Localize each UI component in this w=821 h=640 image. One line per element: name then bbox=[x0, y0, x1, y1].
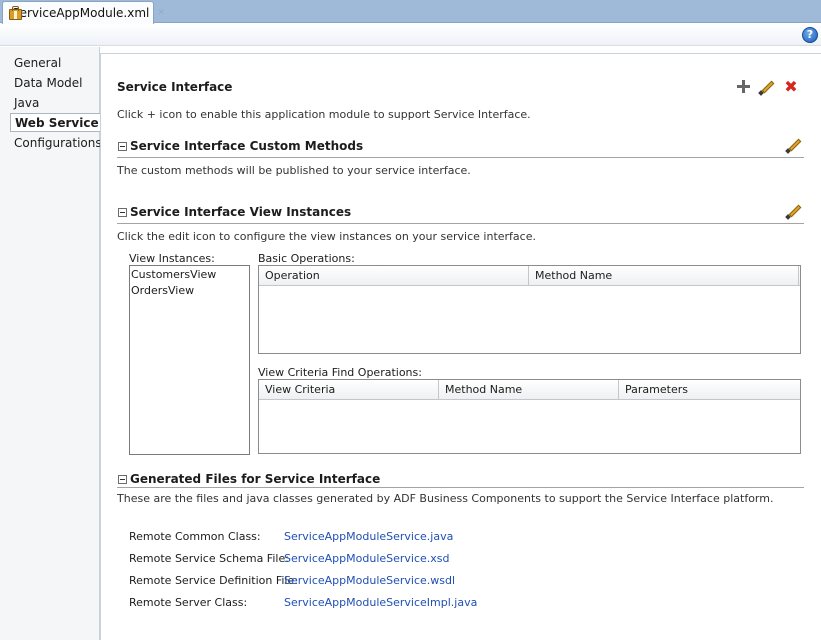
service-interface-title: Service Interface bbox=[117, 80, 233, 94]
editor-toolbar: ? bbox=[0, 24, 821, 46]
generated-files-title: Generated Files for Service Interface bbox=[130, 472, 381, 486]
nav-item-web-service[interactable]: Web Service bbox=[10, 113, 101, 132]
table-header: View Criteria Method Name Parameters bbox=[259, 380, 800, 400]
nav-item-general[interactable]: General bbox=[10, 54, 100, 73]
custom-methods-title: Service Interface Custom Methods bbox=[130, 139, 364, 153]
content-panel: Service Interface ✖ Click + icon to enab… bbox=[100, 53, 821, 640]
view-instances-label: View Instances: bbox=[129, 252, 215, 265]
left-navigation: General Data Model Java Web Service Conf… bbox=[0, 47, 102, 640]
list-item[interactable]: CustomersView bbox=[131, 268, 216, 281]
document-tab[interactable]: ServiceAppModule.xml ✕ bbox=[2, 1, 165, 24]
delete-icon[interactable]: ✖ bbox=[783, 79, 799, 95]
view-instances-list[interactable]: CustomersView OrdersView bbox=[129, 265, 250, 455]
view-criteria-table: View Criteria Method Name Parameters bbox=[258, 379, 801, 454]
remote-service-definition-link[interactable]: ServiceAppModuleService.wsdl bbox=[284, 574, 455, 587]
edit-pencil-icon[interactable] bbox=[758, 78, 776, 96]
view-instances-title: Service Interface View Instances bbox=[130, 205, 352, 219]
remote-server-class-label: Remote Server Class: bbox=[129, 596, 248, 609]
section-divider bbox=[117, 157, 804, 158]
collapse-generated-files-icon[interactable] bbox=[118, 475, 127, 484]
table-header: Operation Method Name bbox=[259, 266, 800, 286]
column-header-view-criteria[interactable]: View Criteria bbox=[259, 380, 439, 400]
remote-service-schema-label: Remote Service Schema File: bbox=[129, 552, 289, 565]
collapse-view-instances-icon[interactable] bbox=[118, 208, 127, 217]
close-tab-icon[interactable]: ✕ bbox=[157, 8, 165, 18]
view-criteria-label: View Criteria Find Operations: bbox=[258, 366, 422, 379]
document-tab-title: ServiceAppModule.xml bbox=[12, 6, 150, 20]
remote-common-class-label: Remote Common Class: bbox=[129, 530, 261, 543]
edit-custom-methods-icon[interactable] bbox=[785, 136, 803, 154]
service-interface-description: Click + icon to enable this application … bbox=[117, 108, 531, 121]
section-divider bbox=[117, 223, 804, 224]
generated-files-description: These are the files and java classes gen… bbox=[117, 492, 774, 505]
column-header-operation[interactable]: Operation bbox=[259, 266, 529, 286]
view-instances-description: Click the edit icon to configure the vie… bbox=[117, 230, 536, 243]
editor-tab-strip: ServiceAppModule.xml ✕ bbox=[0, 0, 821, 24]
column-header-parameters[interactable]: Parameters bbox=[619, 380, 800, 400]
nav-item-configurations[interactable]: Configurations bbox=[10, 134, 102, 153]
basic-operations-table: Operation Method Name bbox=[258, 265, 801, 354]
list-item[interactable]: OrdersView bbox=[131, 284, 194, 297]
basic-operations-label: Basic Operations: bbox=[258, 252, 355, 265]
column-header-method-name[interactable]: Method Name bbox=[529, 266, 799, 286]
custom-methods-description: The custom methods will be published to … bbox=[117, 164, 471, 177]
nav-item-java[interactable]: Java bbox=[10, 94, 100, 113]
add-icon[interactable] bbox=[736, 79, 752, 95]
remote-server-class-link[interactable]: ServiceAppModuleServiceImpl.java bbox=[284, 596, 477, 609]
edit-view-instances-icon[interactable] bbox=[785, 202, 803, 220]
remote-common-class-link[interactable]: ServiceAppModuleService.java bbox=[284, 530, 453, 543]
section-divider bbox=[117, 487, 804, 488]
nav-item-data-model[interactable]: Data Model bbox=[10, 74, 100, 93]
collapse-custom-methods-icon[interactable] bbox=[118, 142, 127, 151]
help-icon[interactable]: ? bbox=[802, 27, 818, 43]
remote-service-schema-link[interactable]: ServiceAppModuleService.xsd bbox=[284, 552, 450, 565]
remote-service-definition-label: Remote Service Definition File: bbox=[129, 574, 298, 587]
column-header-method-name[interactable]: Method Name bbox=[439, 380, 619, 400]
